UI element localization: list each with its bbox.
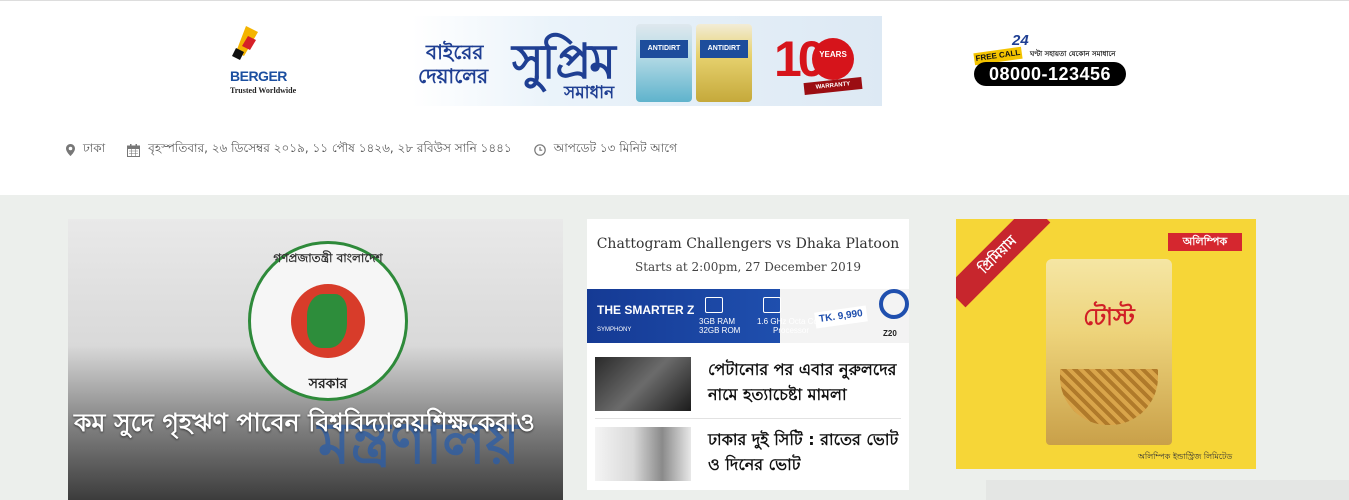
warranty-circle: YEARS [812,38,854,80]
sidebar-widget-edge [986,480,1349,500]
paint-bucket-image: ANTIDIRT [696,24,752,102]
toast-packet-image: টোস্ট [1046,259,1172,445]
seal-top-text: গণপ্রজাতন্ত্রী বাংলাদেশ [273,251,383,265]
date: বৃহস্পতিবার, ২৬ ডিসেম্বর ২০১৯, ১১ পৌষ ১৪… [127,140,512,160]
map-marker-icon [66,144,75,156]
middle-column: Chattogram Challengers vs Dhaka Platoon … [587,219,909,490]
hotline-sub: ঘণ্টা সহায়তা যেকোন সমাধানে [1030,50,1116,58]
news-title[interactable]: ঢাকার দুই সিটি : রাতের ভোট ও দিনের ভোট [708,427,906,477]
lead-story-headline[interactable]: কম সুদে গৃহঋণ পাবেন বিশ্ববিদ্যালয়শিক্ষক… [74,403,554,443]
seal-inner [291,284,365,358]
match-title[interactable]: Chattogram Challengers vs Dhaka Platoon [587,236,909,252]
sidebar-ad[interactable]: প্রিমিয়াম অলিম্পিক টোস্ট অলিম্পিক ইন্ডা… [956,219,1256,469]
berger-name: BERGER [230,68,287,84]
location-label: ঢাকা [83,141,106,155]
berger-tagline: Trusted Worldwide [230,86,297,95]
top-border [0,0,1349,1]
toast-basket-image [1060,369,1158,425]
hotline-number: 08000-123456 [974,62,1126,86]
phone-ad-brand: THE SMARTER Z [597,303,695,317]
warranty-badge: 10 YEARS WARRANTY [774,30,864,96]
bucket-label: ANTIDIRT [640,40,688,58]
banner-center: বাইরের দেয়ালের সুপ্রিম সমাধান ANTIDIRT … [412,16,882,106]
updated-label: আপডেট ১৩ মিনিট আগে [553,141,677,155]
memory-chip-icon [705,297,723,313]
ram-spec: 3GB RAM [699,317,736,326]
news-item[interactable]: পেটানোর পর এবার নুরুলদের নামে হত্যাচেষ্ট… [595,357,905,411]
government-seal-image: গণপ্রজাতন্ত্রী বাংলাদেশ সরকার [248,241,408,401]
phone-ad-banner[interactable]: THE SMARTER Z SYMPHONY 3GB RAM 32GB ROM 1… [587,289,909,343]
berger-logo: BERGER Trusted Worldwide [228,24,318,95]
news-thumbnail[interactable] [595,357,691,411]
company-name: অলিম্পিক ইন্ডাস্ট্রিজ লিমিটেড [1138,452,1233,461]
rom-spec: 32GB ROM [699,326,741,335]
phone-ad-price: TK. 9,990 [814,305,868,329]
banner-line2: দেয়ালের [418,64,489,88]
hotline: 24 ঘণ্টা সহায়তা যেকোন সমাধানে FREE CALL… [973,30,1130,90]
news-title[interactable]: পেটানোর পর এবার নুরুলদের নামে হত্যাচেষ্ট… [708,357,906,407]
processor-chip-icon [763,297,781,313]
location: ঢাকা [66,140,105,160]
meta-bar: ঢাকা বৃহস্পতিবার, ২৬ ডিসেম্বর ২০১৯, ১১ প… [66,141,699,159]
phone-ad-memory: 3GB RAM 32GB ROM [699,317,740,335]
lead-story[interactable]: গণপ্রজাতন্ত্রী বাংলাদেশ সরকার মন্ত্রণালয… [68,219,563,500]
seal-bottom-text: সরকার [308,376,348,392]
calendar-icon [127,143,141,157]
news-item[interactable]: ঢাকার দুই সিটি : রাতের ভোট ও দিনের ভোট [595,427,905,481]
clock-icon [533,144,546,156]
phone-ad-ring [879,289,909,319]
banner-small-word: সমাধান [564,83,615,103]
bangladesh-map-icon [307,294,347,348]
berger-brush-icon [232,26,258,60]
phone-ad-model: Z20 [883,329,897,338]
premium-ribbon: প্রিমিয়াম [956,219,1051,308]
olympic-brand-tag: অলিম্পিক [1168,233,1242,251]
date-label: বৃহস্পতিবার, ২৬ ডিসেম্বর ২০১৯, ১১ পৌষ ১৪… [148,141,512,155]
match-time: Starts at 2:00pm, 27 December 2019 [634,260,862,274]
news-thumbnail[interactable] [595,427,691,481]
bucket-label: ANTIDIRT [700,40,748,58]
updated: আপডেট ১৩ মিনিট আগে [533,140,677,160]
paint-bucket-image: ANTIDIRT [636,24,692,102]
product-name: টোস্ট [1083,303,1135,331]
cpu-spec-2: Processor [773,326,810,335]
header-banner-ad[interactable]: BERGER Trusted Worldwide বাইরের দেয়ালের… [222,14,1130,108]
divider [595,418,901,419]
phone-ad-maker: SYMPHONY [597,327,632,333]
